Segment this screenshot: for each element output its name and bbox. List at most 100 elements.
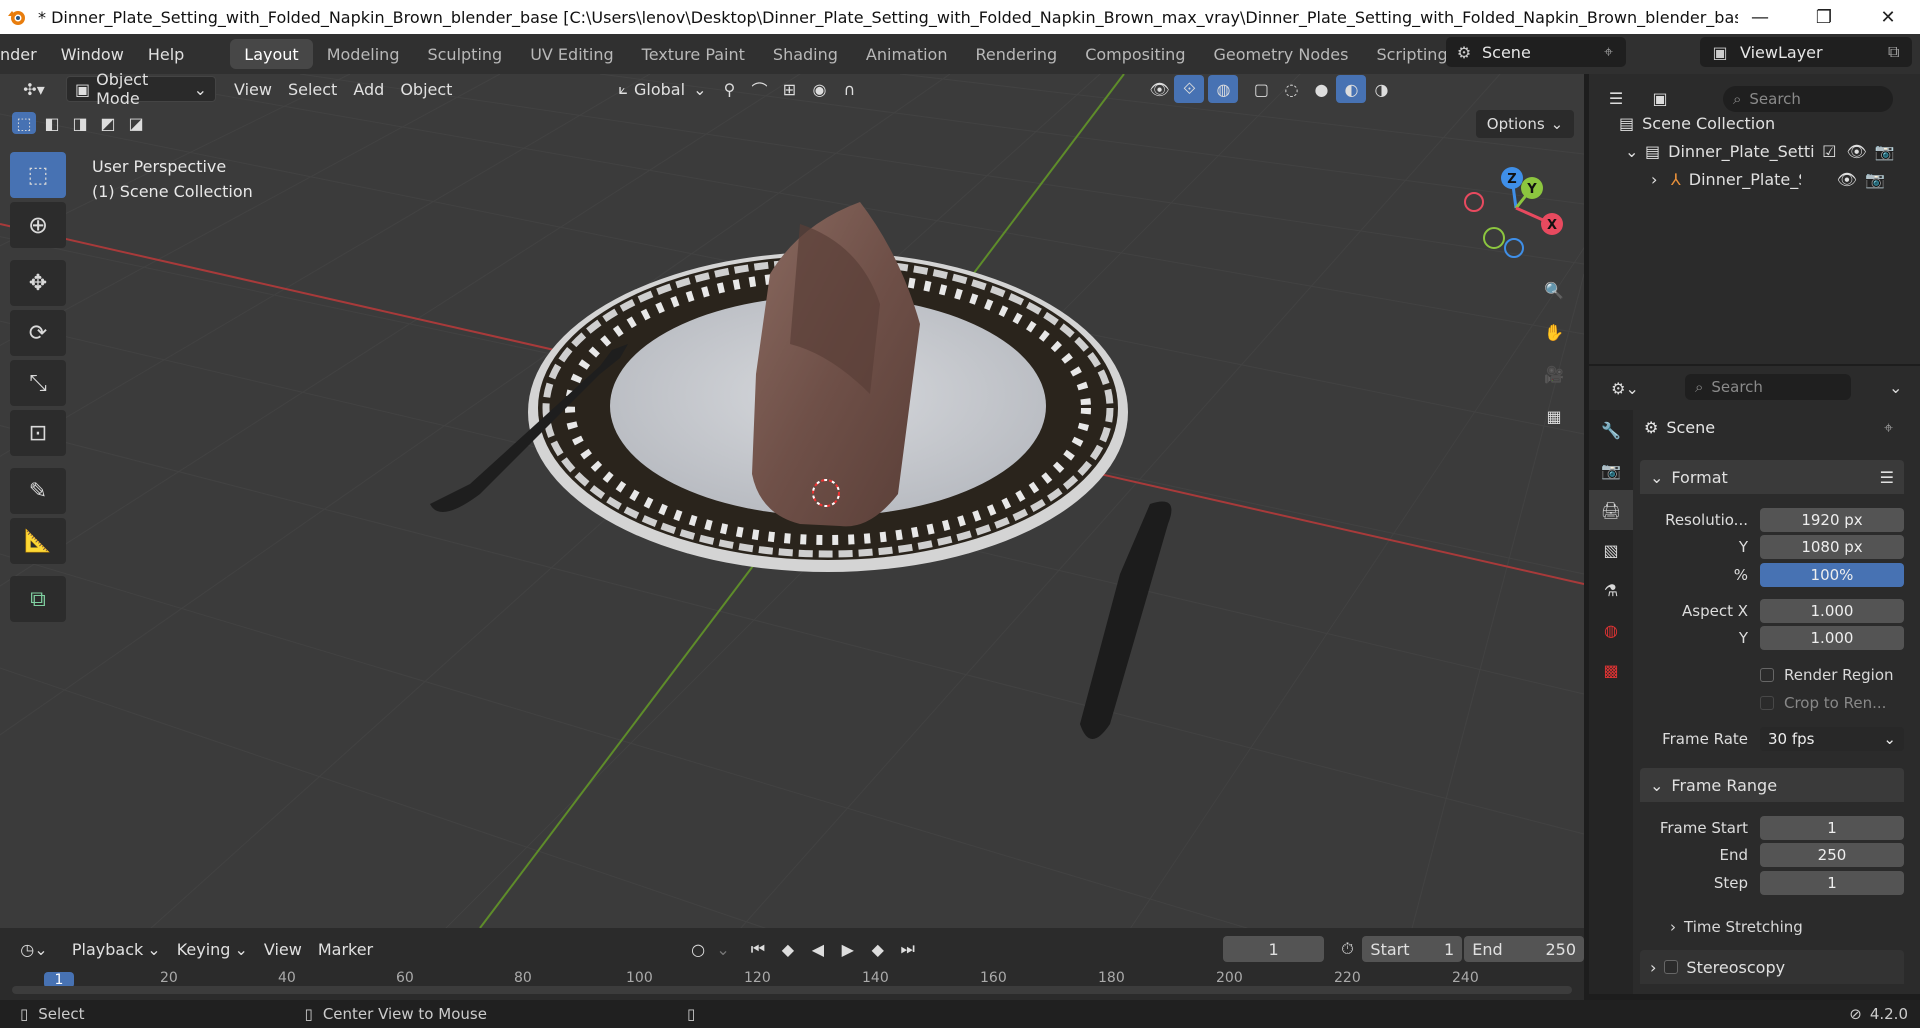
- render-region-row[interactable]: Render Region: [1640, 662, 1904, 688]
- select-intersect-icon[interactable]: ◪: [124, 112, 148, 134]
- overlays-icon[interactable]: ◍: [1208, 75, 1239, 103]
- select-box-tool[interactable]: ⬚: [10, 152, 66, 198]
- format-panel-header[interactable]: ⌄ Format ☰: [1640, 460, 1904, 494]
- transform-tool[interactable]: ⊡: [10, 410, 66, 456]
- xray-icon[interactable]: ▢: [1246, 75, 1276, 103]
- properties-search-input[interactable]: ⌕ Search: [1685, 374, 1851, 400]
- presets-list-icon[interactable]: ☰: [1880, 468, 1894, 487]
- render-region-checkbox[interactable]: [1760, 668, 1774, 682]
- expand-chevron-icon[interactable]: ›: [1651, 170, 1671, 189]
- end-frame-field[interactable]: End 250: [1464, 936, 1585, 962]
- camera-view-icon[interactable]: 🎥: [1536, 356, 1572, 392]
- menu-view[interactable]: View: [226, 76, 280, 102]
- frame-range-panel-header[interactable]: ⌄ Frame Range: [1640, 768, 1904, 802]
- prev-keyframe-icon[interactable]: ◆: [773, 935, 803, 963]
- menu-add[interactable]: Add: [345, 76, 392, 102]
- play-reverse-icon[interactable]: ◀: [803, 935, 833, 963]
- gizmo-neg-y[interactable]: [1483, 227, 1505, 249]
- snap-icon[interactable]: ⌒: [744, 75, 774, 103]
- minimize-button[interactable]: —: [1728, 0, 1792, 34]
- gizmo-neg-x[interactable]: [1464, 192, 1484, 212]
- tab-rendering[interactable]: Rendering: [961, 39, 1071, 69]
- tab-scene[interactable]: ⚗: [1589, 570, 1633, 610]
- menu-timeline-view[interactable]: View: [256, 936, 310, 962]
- tab-output[interactable]: 🖨: [1589, 490, 1633, 530]
- zoom-icon[interactable]: 🔍: [1536, 272, 1572, 308]
- move-tool[interactable]: ✥: [10, 260, 66, 306]
- pan-hand-icon[interactable]: ✋: [1536, 314, 1572, 350]
- pin-icon[interactable]: ⌖: [1884, 418, 1893, 438]
- resolution-pct-field[interactable]: 100%: [1760, 563, 1904, 587]
- resolution-y-field[interactable]: 1080 px: [1760, 535, 1904, 559]
- cursor-tool[interactable]: ⊕: [10, 202, 66, 248]
- new-viewlayer-icon[interactable]: ⧉: [1888, 42, 1912, 62]
- stereoscopy-panel-header[interactable]: › Stereoscopy: [1640, 950, 1904, 984]
- scale-tool[interactable]: ⤡: [10, 360, 66, 406]
- options-dropdown[interactable]: Options ⌄: [1476, 110, 1574, 138]
- menu-keying[interactable]: Keying ⌄: [169, 936, 256, 962]
- expand-chevron-icon[interactable]: ⌄: [1625, 142, 1645, 161]
- eye-icon[interactable]: 👁: [1846, 142, 1866, 161]
- frame-step-field[interactable]: 1: [1760, 871, 1904, 895]
- orientation-dropdown[interactable]: ⟀ Global ⌄: [610, 76, 714, 102]
- tab-texture-paint[interactable]: Texture Paint: [628, 39, 759, 69]
- menu-window[interactable]: Window: [49, 34, 136, 74]
- next-keyframe-icon[interactable]: ◆: [863, 935, 893, 963]
- outliner-editor-icon[interactable]: ☰: [1601, 84, 1631, 112]
- proportional-edit-icon[interactable]: ◉: [804, 75, 834, 103]
- tab-view-layer[interactable]: ▧: [1589, 530, 1633, 570]
- navigation-gizmo[interactable]: Z Y X: [1460, 156, 1580, 276]
- menu-render[interactable]: nder: [0, 34, 49, 74]
- pivot-icon[interactable]: ⚲: [714, 75, 744, 103]
- annotate-tool[interactable]: ✎: [10, 468, 66, 514]
- start-frame-field[interactable]: Start 1: [1362, 936, 1463, 962]
- outliner-search-input[interactable]: ⌕ Search: [1723, 86, 1893, 112]
- scene-selector[interactable]: ⚙ Scene ⌖: [1446, 37, 1626, 67]
- menu-playback[interactable]: Playback ⌄: [64, 936, 169, 962]
- chevron-down-icon[interactable]: ⌄: [713, 935, 733, 963]
- stopwatch-icon[interactable]: ⏱: [1332, 935, 1362, 963]
- jump-start-icon[interactable]: ⏮: [743, 935, 773, 963]
- tab-uv-editing[interactable]: UV Editing: [516, 39, 627, 69]
- wireframe-shading-icon[interactable]: ◌: [1276, 75, 1306, 103]
- knife[interactable]: [1080, 501, 1172, 740]
- tab-sculpting[interactable]: Sculpting: [413, 39, 516, 69]
- tab-geometry-nodes[interactable]: Geometry Nodes: [1199, 39, 1362, 69]
- properties-editor-icon[interactable]: ⚙⌄: [1603, 374, 1647, 402]
- time-stretching-subpanel[interactable]: › Time Stretching: [1640, 914, 1904, 940]
- menu-help[interactable]: Help: [136, 34, 196, 74]
- menu-object[interactable]: Object: [392, 76, 460, 102]
- aspect-x-field[interactable]: 1.000: [1760, 599, 1904, 623]
- outliner-collection-row[interactable]: ⌄ ▤ Dinner_Plate_Settin ☑ 👁 📷: [1625, 138, 1915, 164]
- frame-end-field[interactable]: 250: [1760, 843, 1904, 867]
- snap-target-icon[interactable]: ⊞: [774, 75, 804, 103]
- select-subtract-icon[interactable]: ◨: [68, 112, 92, 134]
- gizmo-toggle-icon[interactable]: ⟐: [1174, 75, 1205, 103]
- frame-rate-dropdown[interactable]: 30 fps ⌄: [1760, 727, 1904, 751]
- timeline-scrollbar[interactable]: [12, 986, 1572, 994]
- include-checkbox[interactable]: ☑: [1822, 142, 1836, 161]
- solid-shading-icon[interactable]: ●: [1306, 75, 1336, 103]
- auto-keying-icon[interactable]: ○: [683, 935, 713, 963]
- tab-shading[interactable]: Shading: [759, 39, 852, 69]
- gizmo-neg-z[interactable]: [1504, 238, 1524, 258]
- rendered-shading-icon[interactable]: ◑: [1366, 75, 1396, 103]
- menu-select[interactable]: Select: [280, 76, 345, 102]
- play-icon[interactable]: ▶: [833, 935, 863, 963]
- measure-tool[interactable]: 📐: [10, 518, 66, 564]
- eye-icon[interactable]: 👁: [1837, 170, 1857, 189]
- resolution-x-field[interactable]: 1920 px: [1760, 508, 1904, 532]
- jump-end-icon[interactable]: ⏭: [893, 935, 923, 963]
- tab-world[interactable]: ◍: [1589, 610, 1633, 650]
- tab-texture[interactable]: ▩: [1589, 650, 1633, 690]
- camera-icon[interactable]: 📷: [1865, 170, 1885, 189]
- rotate-tool[interactable]: ⟳: [10, 310, 66, 356]
- tab-layout[interactable]: Layout: [230, 39, 313, 69]
- viewlayer-selector[interactable]: ▣ ViewLayer ⧉: [1700, 37, 1912, 67]
- outliner-object-row[interactable]: › ⅄ Dinner_Plate_Sc 👁 📷: [1651, 166, 1915, 192]
- frame-start-field[interactable]: 1: [1760, 816, 1904, 840]
- add-cube-tool[interactable]: ⧉: [10, 576, 66, 622]
- restore-button[interactable]: ❐: [1792, 0, 1856, 34]
- aspect-y-field[interactable]: 1.000: [1760, 626, 1904, 650]
- object-mode-dropdown[interactable]: ▣ Object Mode ⌄: [66, 70, 216, 108]
